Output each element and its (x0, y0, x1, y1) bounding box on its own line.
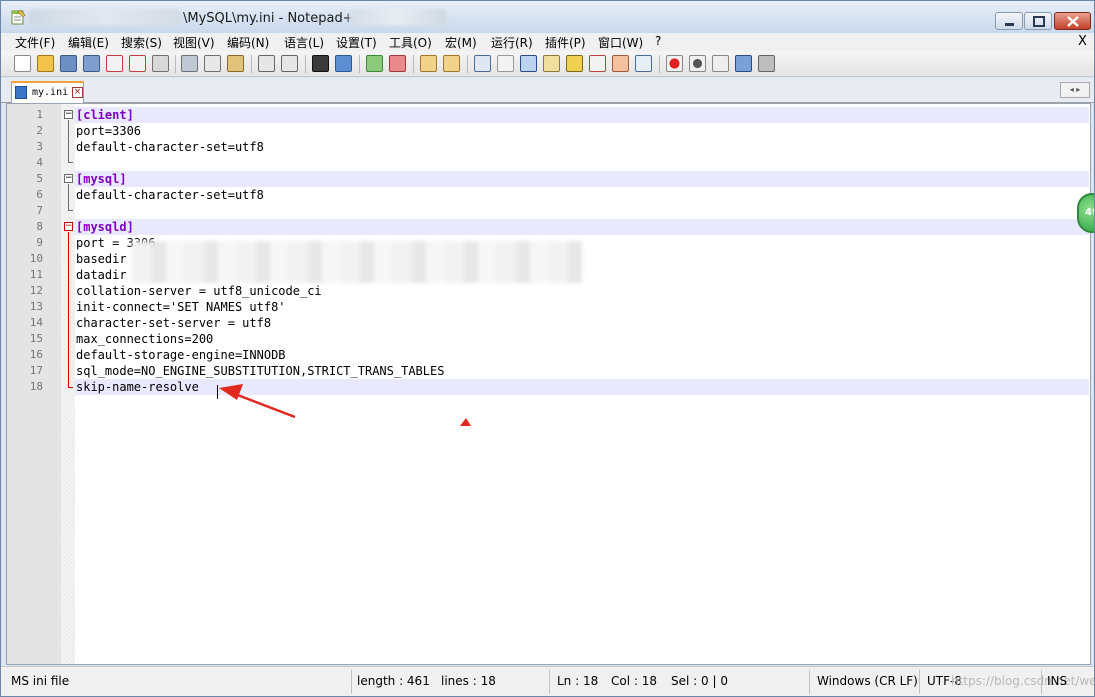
redacted-path (29, 9, 181, 25)
status-separator (809, 670, 810, 694)
close-button[interactable] (1054, 12, 1091, 30)
notepad-app-icon (11, 9, 26, 25)
notepadpp-window: \MySQL\my.ini - Notepad++ 文件(F) 编辑(E) 搜索… (0, 0, 1095, 697)
word-wrap-icon[interactable] (474, 55, 491, 72)
editor-pane[interactable]: 1 2 3 4 5 6 7 8 9 10 11 12 13 14 15 16 1… (6, 103, 1091, 665)
toolbar-separator (305, 55, 306, 73)
annotation-arrow-icon (219, 384, 471, 426)
close-file-icon[interactable] (106, 55, 123, 72)
print-icon[interactable] (152, 55, 169, 72)
stop-macro-icon[interactable] (689, 55, 706, 72)
find-icon[interactable] (312, 55, 329, 72)
status-separator (351, 670, 352, 694)
menu-tools[interactable]: 工具(O) (389, 34, 432, 51)
toolbar-separator (175, 55, 176, 73)
tab-label: my.ini (32, 87, 69, 98)
toolbar-separator (413, 55, 414, 73)
cut-icon[interactable] (181, 55, 198, 72)
document-map-icon[interactable] (566, 55, 583, 72)
minimize-icon (1005, 23, 1014, 26)
toolbar-separator (359, 55, 360, 73)
window-title: \MySQL\my.ini - Notepad++ (183, 11, 365, 26)
save-all-icon[interactable] (83, 55, 100, 72)
menu-help[interactable]: ? (655, 34, 661, 48)
copy-icon[interactable] (204, 55, 221, 72)
floating-counter-badge[interactable]: 49 (1077, 193, 1094, 233)
open-file-icon[interactable] (37, 55, 54, 72)
status-bar: MS ini file length : 461 lines : 18 Ln :… (1, 666, 1094, 696)
function-list-icon[interactable] (589, 55, 606, 72)
redo-icon[interactable] (281, 55, 298, 72)
toolbar-separator (251, 55, 252, 73)
new-file-icon[interactable] (14, 55, 31, 72)
user-language-icon[interactable] (543, 55, 560, 72)
maximize-icon (1033, 16, 1045, 27)
menu-file[interactable]: 文件(F) (15, 34, 55, 51)
menu-language[interactable]: 语言(L) (284, 34, 324, 51)
paste-icon[interactable] (227, 55, 244, 72)
menu-encoding[interactable]: 编码(N) (227, 34, 269, 51)
status-file-type: MS ini file (11, 674, 70, 688)
sync-vertical-icon[interactable] (420, 55, 437, 72)
menu-window[interactable]: 窗口(W) (598, 34, 643, 51)
status-lines: lines : 18 (441, 674, 496, 688)
title-bar[interactable]: \MySQL\my.ini - Notepad++ (1, 1, 1094, 33)
tab-my-ini[interactable]: my.ini × (11, 81, 84, 103)
menu-bar: 文件(F) 编辑(E) 搜索(S) 视图(V) 编码(N) 语言(L) 设置(T… (1, 33, 1094, 51)
saved-file-icon (15, 86, 27, 99)
replace-icon[interactable] (335, 55, 352, 72)
show-all-characters-icon[interactable] (497, 55, 514, 72)
toolbar-separator (467, 55, 468, 73)
undo-icon[interactable] (258, 55, 275, 72)
zoom-in-icon[interactable] (366, 55, 383, 72)
close-icon (1067, 16, 1079, 27)
status-separator (919, 670, 920, 694)
menu-settings[interactable]: 设置(T) (336, 34, 377, 51)
monitoring-icon[interactable] (635, 55, 652, 72)
close-document-button[interactable]: X (1078, 34, 1087, 49)
status-separator (549, 670, 550, 694)
status-ln: Ln : 18 (557, 674, 599, 688)
status-length: length : 461 (357, 674, 430, 688)
zoom-out-icon[interactable] (389, 55, 406, 72)
status-eol[interactable]: Windows (CR LF) (817, 674, 918, 688)
menu-edit[interactable]: 编辑(E) (68, 34, 109, 51)
run-macro-multiple-icon[interactable] (735, 55, 752, 72)
menu-plugins[interactable]: 插件(P) (545, 34, 586, 51)
record-macro-icon[interactable] (666, 55, 683, 72)
tab-scroll-arrows[interactable]: ◂ ▸ (1060, 82, 1090, 98)
save-macro-icon[interactable] (758, 55, 775, 72)
close-all-icon[interactable] (129, 55, 146, 72)
tab-close-icon[interactable]: × (72, 87, 83, 98)
tab-strip: my.ini × ◂ ▸ (1, 78, 1094, 103)
watermark: https://blog.csdn.net/weixin_41176... (951, 674, 1095, 688)
sync-horizontal-icon[interactable] (443, 55, 460, 72)
folder-workspace-icon[interactable] (612, 55, 629, 72)
redacted-text (349, 9, 447, 25)
toolbar (1, 51, 1094, 77)
save-icon[interactable] (60, 55, 77, 72)
menu-view[interactable]: 视图(V) (173, 34, 215, 51)
toolbar-separator (659, 55, 660, 73)
menu-run[interactable]: 运行(R) (491, 34, 533, 51)
minimize-button[interactable] (995, 12, 1023, 30)
status-col: Col : 18 (611, 674, 657, 688)
menu-macro[interactable]: 宏(M) (445, 34, 477, 51)
status-sel: Sel : 0 | 0 (671, 674, 728, 688)
menu-search[interactable]: 搜索(S) (121, 34, 162, 51)
status-mode: INS (1047, 674, 1068, 688)
indent-guide-icon[interactable] (520, 55, 537, 72)
status-separator (1041, 670, 1042, 694)
maximize-button[interactable] (1024, 12, 1052, 30)
play-macro-icon[interactable] (712, 55, 729, 72)
